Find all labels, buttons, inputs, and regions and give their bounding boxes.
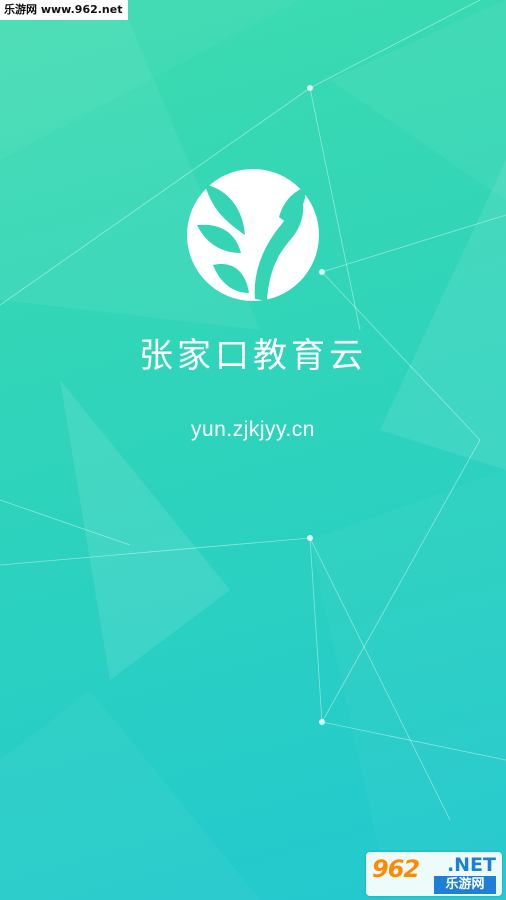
splash-screen: 乐游网 www.962.net 张家口教育云 yun.zjkjyy.cn 962… <box>0 0 506 900</box>
badge-site-name: 乐游网 <box>434 876 496 894</box>
sprout-leaf-logo-icon <box>187 169 319 301</box>
watermark-top: 乐游网 www.962.net <box>0 0 129 20</box>
app-url: yun.zjkjyy.cn <box>191 418 315 441</box>
badge-suffix: .NET <box>446 854 496 876</box>
site-watermark-badge: 962 .NET 乐游网 <box>366 852 502 896</box>
background-geometry <box>0 0 506 900</box>
badge-number: 962 <box>372 855 420 883</box>
app-name: 张家口教育云 <box>139 336 367 376</box>
